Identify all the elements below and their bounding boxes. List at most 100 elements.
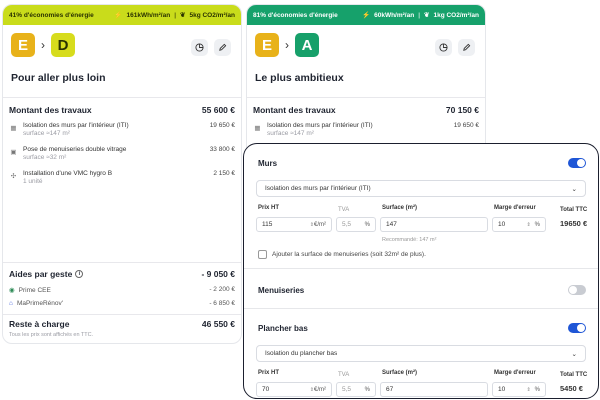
toggle-plancher[interactable] [568, 323, 586, 333]
works-total: 70 150 € [445, 105, 479, 115]
prix-label: Prix HT [258, 205, 280, 211]
leaf-icon: ❦ [424, 12, 430, 19]
aid-value: - 2 200 € [209, 286, 235, 293]
work-item-price: 33 800 € [209, 146, 235, 153]
pie-chart-icon [439, 43, 448, 52]
leaf-icon: ❦ [180, 12, 186, 19]
divider [244, 268, 598, 269]
scenario-title: Le plus ambitieux [255, 72, 344, 84]
prix-input[interactable]: 115 ⇕ €/m² [256, 217, 332, 232]
aid-value: - 6 850 € [209, 300, 235, 307]
work-item: ▣ Pose de menuiseries double vitrage surf… [9, 146, 235, 162]
rest-total: 46 550 € [201, 319, 235, 329]
prix-label: Prix HT [258, 370, 280, 376]
total-label: Total TTC [560, 372, 588, 378]
scenario-card-1: 41% d'économies d'énergie ⚡ 161kWh/m²/an… [2, 4, 242, 344]
work-item-sub: surface ≈147 m² [267, 130, 314, 137]
aids-label: Aides par geste [9, 269, 73, 279]
rest-label: Reste à charge [9, 319, 70, 329]
toggle-murs[interactable] [568, 158, 586, 168]
work-item-name: Installation d'une VMC hygro B [23, 170, 113, 177]
chevron-down-icon: ⌄ [571, 185, 577, 193]
work-item-price: 19 650 € [209, 122, 235, 129]
select-value: Isolation du plancher bas [265, 350, 338, 357]
label-from-badge: E [11, 33, 35, 57]
work-item: ✣ Installation d'une VMC hygro B1 unité … [9, 170, 235, 186]
work-item-price: 19 650 € [453, 122, 479, 129]
info-icon[interactable]: i [75, 270, 84, 278]
work-item: ▦ Isolation des murs par l'intérieur (IT… [9, 122, 235, 138]
total-value: 19650 € [560, 219, 588, 228]
window-icon: ▣ [10, 148, 17, 156]
label-to-badge: D [51, 33, 75, 57]
scenario-title: Pour aller plus loin [11, 72, 106, 84]
bolt-icon: ⚡ [114, 12, 123, 19]
surface-input[interactable]: 67 [380, 382, 488, 397]
aid-row: ⌂ MaPrimeRénov' - 6 850 € [9, 300, 235, 307]
rest-row: Reste à charge 46 550 € [9, 319, 235, 329]
pie-chart-button[interactable] [435, 39, 452, 56]
aid-name: MaPrimeRénov' [16, 300, 63, 307]
pie-chart-icon [195, 43, 204, 52]
marge-label: Marge d'erreur [494, 205, 536, 211]
work-item-sub: surface ≈147 m² [23, 130, 70, 137]
work-item-name: Pose de menuiseries double vitrage [23, 146, 127, 153]
co2-value: 5kg CO2/m²/an [189, 11, 235, 19]
maprimerenov-icon: ⌂ [9, 300, 13, 307]
surface-label: Surface (m²) [382, 370, 418, 376]
stepper-icon[interactable]: ⇕ [526, 222, 530, 228]
fan-icon: ✣ [10, 172, 17, 180]
divider [247, 97, 485, 98]
divider [244, 308, 598, 309]
add-menuiseries-label: Ajouter la surface de menuiseries (soit … [272, 251, 426, 258]
marge-label: Marge d'erreur [494, 370, 536, 376]
divider [3, 314, 241, 315]
aid-row: ◉ Prime CEE - 2 200 € [9, 286, 235, 294]
work-item-sub: 1 unité [23, 178, 43, 185]
marge-input[interactable]: 10 ⇕ % [492, 382, 546, 397]
section-title-menuiseries: Menuiseries [258, 286, 305, 295]
cee-icon: ◉ [9, 287, 15, 294]
toggle-menuiseries[interactable] [568, 285, 586, 295]
tva-input[interactable]: 5,5 % [336, 382, 376, 397]
co2-value: 1kg CO2/m²/an [433, 11, 479, 19]
chevron-right-icon: › [285, 38, 289, 52]
add-menuiseries-checkbox[interactable] [258, 250, 267, 259]
divider [3, 97, 241, 98]
bolt-icon: ⚡ [362, 12, 371, 19]
works-total-row: Montant des travaux 70 150 € [253, 105, 479, 115]
prix-input[interactable]: 70 ⇕ €/m² [256, 382, 332, 397]
pie-chart-button[interactable] [191, 39, 208, 56]
chevron-down-icon: ⌄ [571, 350, 577, 358]
select-murs-work[interactable]: Isolation des murs par l'intérieur (ITI)… [256, 180, 586, 197]
stepper-icon[interactable]: ⇕ [526, 387, 530, 393]
label-from-badge: E [255, 33, 279, 57]
chevron-right-icon: › [41, 38, 45, 52]
select-value: Isolation des murs par l'intérieur (ITI) [265, 185, 371, 192]
energy-labels: E › D [11, 33, 75, 57]
tva-input[interactable]: 5,5 % [336, 217, 376, 232]
work-item: ▦ Isolation des murs par l'intérieur (IT… [253, 122, 479, 138]
energy-labels: E › A [255, 33, 319, 57]
edit-button[interactable] [214, 39, 231, 56]
works-total-row: Montant des travaux 55 600 € [9, 105, 235, 115]
pencil-icon [463, 43, 471, 51]
edit-button[interactable] [458, 39, 475, 56]
price-note: Tous les prix sont affichés en TTC. [9, 332, 94, 338]
work-item-price: 2 150 € [213, 170, 235, 177]
surface-input[interactable]: 147 [380, 217, 488, 232]
work-item-sub: surface ≈32 m² [23, 154, 67, 161]
savings-banner: 81% d'économies d'énergie ⚡ 60kWh/m²/an … [247, 5, 485, 25]
savings-text: 81% d'économies d'énergie [253, 11, 338, 19]
select-plancher-work[interactable]: Isolation du plancher bas ⌄ [256, 345, 586, 362]
works-label: Montant des travaux [253, 105, 336, 115]
marge-input[interactable]: 10 ⇕ % [492, 217, 546, 232]
total-value: 5450 € [560, 384, 583, 393]
works-total: 55 600 € [201, 105, 235, 115]
section-title-plancher: Plancher bas [258, 324, 308, 333]
tva-label: TVA [338, 372, 350, 378]
wall-icon: ▦ [254, 124, 261, 132]
wall-icon: ▦ [10, 124, 17, 132]
works-edit-panel: Murs Isolation des murs par l'intérieur … [243, 143, 599, 399]
work-item-name: Isolation des murs par l'intérieur (ITI) [267, 122, 373, 129]
